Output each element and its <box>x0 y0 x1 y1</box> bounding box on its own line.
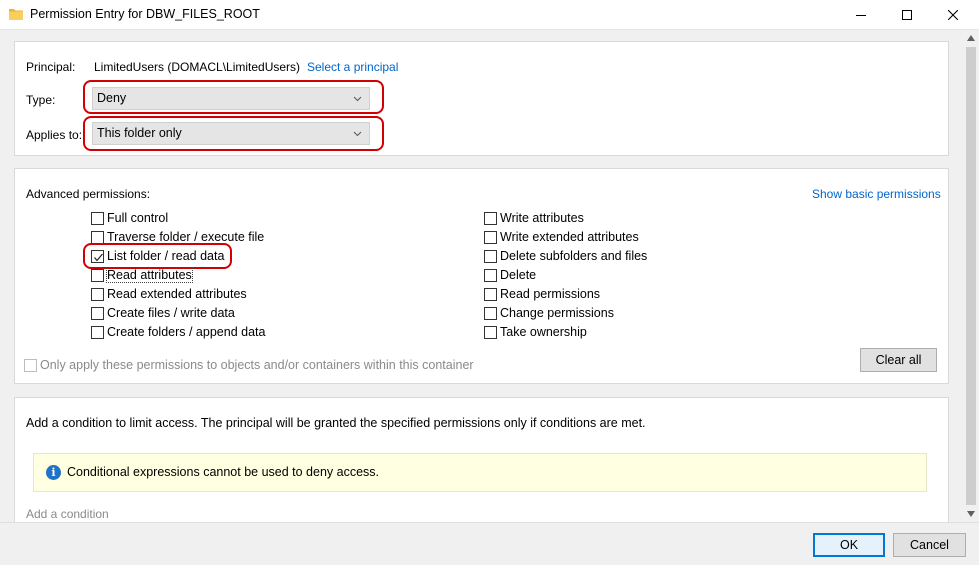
info-icon: i <box>46 465 61 480</box>
perm-create-folders[interactable]: Create folders / append data <box>91 324 265 340</box>
title-bar: Permission Entry for DBW_FILES_ROOT <box>0 0 979 30</box>
window-title: Permission Entry for DBW_FILES_ROOT <box>30 7 260 21</box>
perm-create-files[interactable]: Create files / write data <box>91 305 235 321</box>
info-text: Conditional expressions cannot be used t… <box>67 465 379 479</box>
close-icon <box>948 10 958 20</box>
checkbox-disabled[interactable] <box>24 358 37 372</box>
type-label: Type: <box>26 93 56 107</box>
perm-label: Create folders / append data <box>107 325 266 339</box>
checkbox[interactable] <box>484 325 497 339</box>
minimize-button[interactable] <box>838 0 884 30</box>
type-dropdown[interactable]: Deny <box>92 87 370 110</box>
principal-panel: Principal: LimitedUsers (DOMACL\LimitedU… <box>14 41 949 156</box>
scroll-thumb[interactable] <box>966 47 976 505</box>
checkbox[interactable] <box>91 230 104 244</box>
condition-description: Add a condition to limit access. The pri… <box>26 416 646 430</box>
clear-all-button[interactable]: Clear all <box>860 348 937 372</box>
scroll-up-arrow-icon[interactable] <box>967 35 975 41</box>
perm-write-attributes[interactable]: Write attributes <box>484 210 584 226</box>
checkbox[interactable] <box>484 249 497 263</box>
checkbox[interactable] <box>484 211 497 225</box>
chevron-down-icon <box>353 131 362 137</box>
maximize-button[interactable] <box>884 0 930 30</box>
checkbox[interactable] <box>91 211 104 225</box>
perm-label: List folder / read data <box>107 249 225 263</box>
perm-take-ownership[interactable]: Take ownership <box>484 324 587 340</box>
applies-to-label: Applies to: <box>26 128 83 142</box>
perm-traverse-folder[interactable]: Traverse folder / execute file <box>91 229 264 245</box>
checkbox[interactable] <box>484 268 497 282</box>
minimize-icon <box>856 15 866 16</box>
perm-label: Delete <box>500 268 537 282</box>
perm-label: Read extended attributes <box>107 287 247 301</box>
perm-full-control[interactable]: Full control <box>91 210 168 226</box>
perm-delete-subfolders[interactable]: Delete subfolders and files <box>484 248 647 264</box>
perm-label: Take ownership <box>500 325 587 339</box>
select-principal-link[interactable]: Select a principal <box>307 60 398 74</box>
checkbox[interactable] <box>484 287 497 301</box>
applies-to-dropdown-value: This folder only <box>97 126 182 140</box>
applies-to-dropdown[interactable]: This folder only <box>92 122 370 145</box>
scroll-down-arrow-icon[interactable] <box>967 511 975 517</box>
perm-read-attributes[interactable]: Read attributes <box>91 267 193 283</box>
perm-label: Create files / write data <box>107 306 235 320</box>
vertical-scrollbar[interactable] <box>963 30 979 522</box>
checkbox-checked[interactable] <box>91 249 104 263</box>
ok-button[interactable]: OK <box>813 533 885 557</box>
checkmark-icon <box>94 253 103 261</box>
advanced-permissions-panel: Advanced permissions: Show basic permiss… <box>14 168 949 384</box>
info-bar: i Conditional expressions cannot be used… <box>33 453 927 492</box>
checkbox[interactable] <box>91 306 104 320</box>
perm-list-folder[interactable]: List folder / read data <box>91 248 224 264</box>
show-basic-permissions-link[interactable]: Show basic permissions <box>812 187 941 201</box>
type-dropdown-value: Deny <box>97 91 127 105</box>
dialog-content: Principal: LimitedUsers (DOMACL\LimitedU… <box>0 30 963 522</box>
perm-label: Write attributes <box>500 211 584 225</box>
folder-icon <box>9 9 23 20</box>
principal-label: Principal: <box>26 60 76 74</box>
perm-read-extended-attributes[interactable]: Read extended attributes <box>91 286 247 302</box>
only-apply-checkbox-row[interactable]: Only apply these permissions to objects … <box>24 357 474 373</box>
perm-label: Read attributes <box>106 267 193 283</box>
advanced-permissions-label: Advanced permissions: <box>26 187 151 201</box>
checkbox[interactable] <box>91 287 104 301</box>
perm-label: Delete subfolders and files <box>500 249 648 263</box>
checkbox[interactable] <box>91 268 104 282</box>
cancel-button[interactable]: Cancel <box>893 533 966 557</box>
perm-label: Write extended attributes <box>500 230 639 244</box>
checkbox[interactable] <box>484 230 497 244</box>
perm-delete[interactable]: Delete <box>484 267 536 283</box>
perm-label: Full control <box>107 211 169 225</box>
perm-change-permissions[interactable]: Change permissions <box>484 305 614 321</box>
condition-panel: Add a condition to limit access. The pri… <box>14 397 949 522</box>
perm-label: Change permissions <box>500 306 614 320</box>
perm-label: Traverse folder / execute file <box>107 230 265 244</box>
maximize-icon <box>902 10 912 20</box>
perm-read-permissions[interactable]: Read permissions <box>484 286 600 302</box>
close-button[interactable] <box>930 0 976 30</box>
dialog-footer: OK Cancel <box>0 522 979 565</box>
perm-label: Read permissions <box>500 287 601 301</box>
perm-write-extended-attributes[interactable]: Write extended attributes <box>484 229 639 245</box>
add-condition-link[interactable]: Add a condition <box>26 507 109 521</box>
principal-value: LimitedUsers (DOMACL\LimitedUsers) <box>94 60 301 74</box>
checkbox[interactable] <box>91 325 104 339</box>
only-apply-label: Only apply these permissions to objects … <box>40 358 474 372</box>
checkbox[interactable] <box>484 306 497 320</box>
chevron-down-icon <box>353 96 362 102</box>
